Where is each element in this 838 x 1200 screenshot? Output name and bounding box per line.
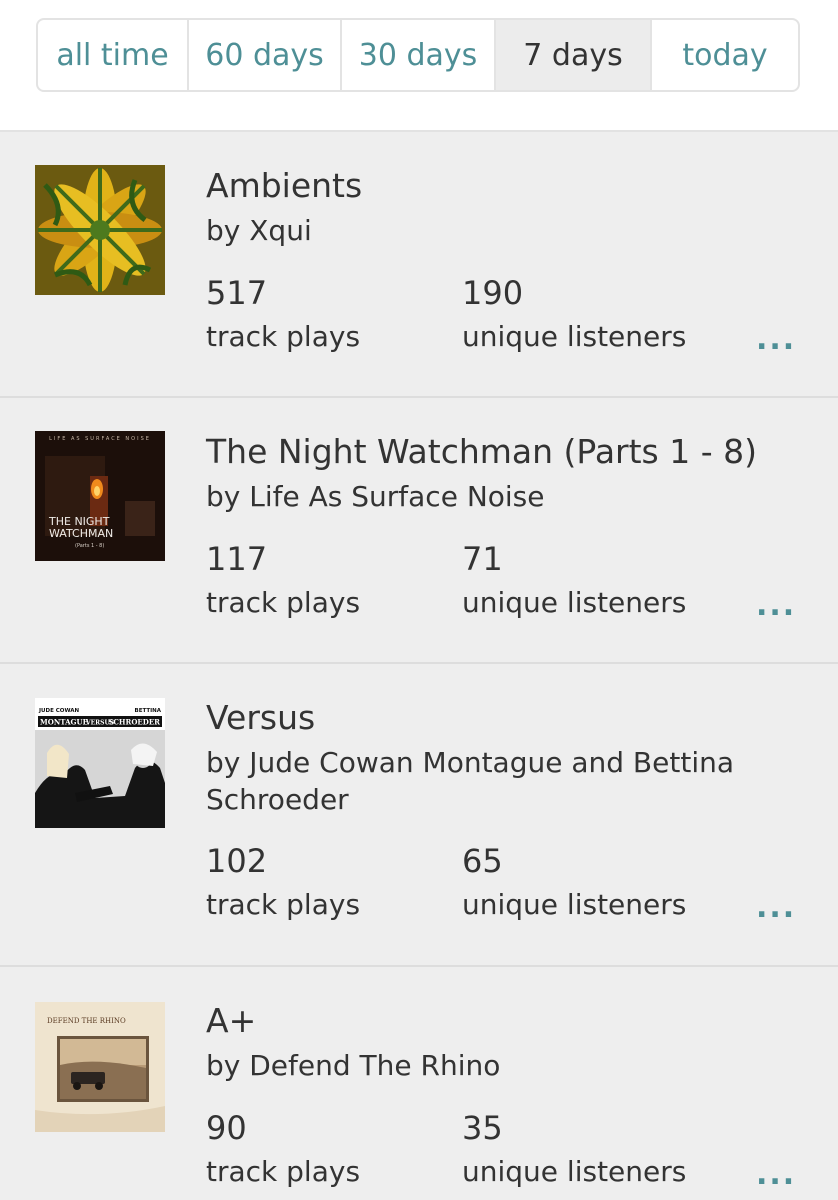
unique-listeners-label: unique listeners xyxy=(462,1155,687,1188)
track-plays-label: track plays xyxy=(206,888,361,921)
tab-60-days[interactable]: 60 days xyxy=(189,20,342,90)
unique-listeners-label: unique listeners xyxy=(462,888,687,921)
album-title[interactable]: The Night Watchman (Parts 1 - 8) xyxy=(206,432,757,471)
album-artist[interactable]: by Xqui xyxy=(206,212,786,249)
unique-listeners-count: 65 xyxy=(462,842,503,880)
defend-the-rhino-cover-image: DEFEND THE RHINO xyxy=(35,1002,165,1132)
versus-cover-image: JUDE COWAN BETTINA MONTAGUE VERSUS SCHRO… xyxy=(35,698,165,828)
more-options-icon[interactable]: ... xyxy=(756,322,796,357)
album-artist[interactable]: by Jude Cowan Montague and Bettina Schro… xyxy=(206,744,786,818)
album-cover-night-watchman[interactable]: LIFE AS SURFACE NOISE THE NIGHT WATCHMAN… xyxy=(35,431,165,561)
album-title[interactable]: A+ xyxy=(206,1001,256,1040)
tab-7-days[interactable]: 7 days xyxy=(496,20,652,90)
cover-surname-right: SCHROEDER xyxy=(108,718,160,727)
unique-listeners-count: 190 xyxy=(462,274,524,312)
more-options-icon[interactable]: ... xyxy=(756,1157,796,1192)
album-artist[interactable]: by Defend The Rhino xyxy=(206,1047,786,1084)
list-item[interactable]: LIFE AS SURFACE NOISE THE NIGHT WATCHMAN… xyxy=(0,398,838,664)
cover-surname-left: MONTAGUE xyxy=(40,718,88,727)
cover-subtitle: (Parts 1 - 8) xyxy=(75,543,104,549)
cover-band-name: DEFEND THE RHINO xyxy=(47,1017,126,1025)
tab-all-time[interactable]: all time xyxy=(38,20,189,90)
cover-title-line2: WATCHMAN xyxy=(49,527,113,540)
track-plays-label: track plays xyxy=(206,586,361,619)
list-item[interactable]: DEFEND THE RHINO A+ by Defend The Rhino … xyxy=(0,967,838,1200)
cover-name-right: BETTINA xyxy=(135,708,162,714)
night-watchman-cover-image: LIFE AS SURFACE NOISE THE NIGHT WATCHMAN… xyxy=(35,431,165,561)
album-title[interactable]: Ambients xyxy=(206,166,362,205)
album-list: Ambients by Xqui 517 track plays 190 uni… xyxy=(0,130,838,1200)
cover-band-name: LIFE AS SURFACE NOISE xyxy=(49,436,151,442)
unique-listeners-count: 71 xyxy=(462,540,503,578)
time-range-tabs: all time 60 days 30 days 7 days today xyxy=(36,18,800,92)
more-options-icon[interactable]: ... xyxy=(756,588,796,623)
list-item[interactable]: JUDE COWAN BETTINA MONTAGUE VERSUS SCHRO… xyxy=(0,664,838,967)
track-plays-label: track plays xyxy=(206,320,361,353)
unique-listeners-count: 35 xyxy=(462,1109,503,1147)
album-cover-ambients[interactable] xyxy=(35,165,165,295)
track-plays-count: 90 xyxy=(206,1109,247,1147)
cover-name-left: JUDE COWAN xyxy=(38,708,80,714)
album-title[interactable]: Versus xyxy=(206,698,315,737)
tab-today[interactable]: today xyxy=(652,20,798,90)
album-cover-a-plus[interactable]: DEFEND THE RHINO xyxy=(35,1002,165,1132)
croton-leaf-image xyxy=(35,165,165,295)
unique-listeners-label: unique listeners xyxy=(462,320,687,353)
tab-30-days[interactable]: 30 days xyxy=(342,20,496,90)
list-item[interactable]: Ambients by Xqui 517 track plays 190 uni… xyxy=(0,132,838,398)
more-options-icon[interactable]: ... xyxy=(756,890,796,925)
unique-listeners-label: unique listeners xyxy=(462,586,687,619)
track-plays-count: 102 xyxy=(206,842,268,880)
track-plays-label: track plays xyxy=(206,1155,361,1188)
track-plays-count: 517 xyxy=(206,274,268,312)
album-cover-versus[interactable]: JUDE COWAN BETTINA MONTAGUE VERSUS SCHRO… xyxy=(35,698,165,828)
album-artist[interactable]: by Life As Surface Noise xyxy=(206,478,786,515)
track-plays-count: 117 xyxy=(206,540,268,578)
